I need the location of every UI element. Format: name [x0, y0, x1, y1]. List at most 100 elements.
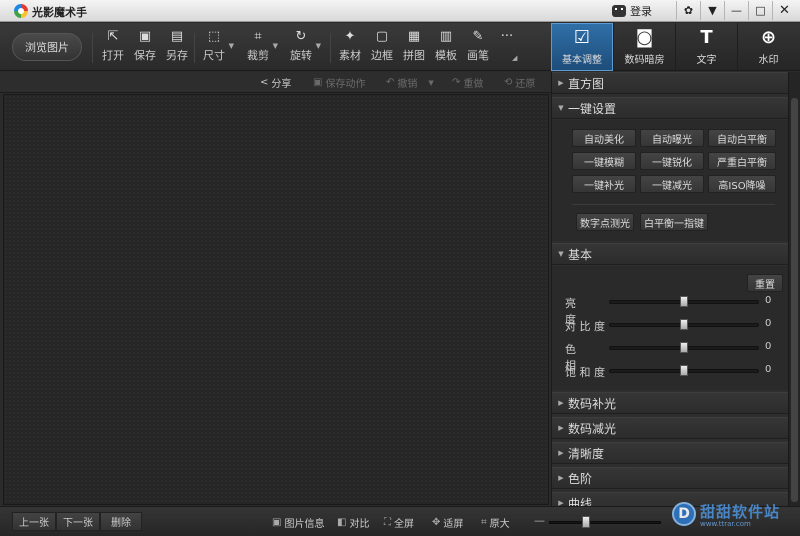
brightness-slider-thumb[interactable] — [680, 296, 688, 307]
restore-label: 还原 — [515, 79, 536, 90]
one-click-reduce-light-button[interactable]: 一键减光 — [640, 175, 704, 193]
login-button[interactable]: 登录 — [612, 2, 666, 20]
size-icon: ⬚ — [207, 29, 221, 44]
right-tab-bar: ☑ 基本调整 ◙ 数码暗房 T 文字 ⊕ 水印 — [551, 23, 800, 71]
white-balance-pick-button[interactable]: 白平衡一指键 — [640, 213, 708, 231]
slider-value: 0 — [765, 295, 772, 306]
border-button[interactable]: ▢ 边框 — [371, 30, 393, 66]
collapsed-arrow-icon: ▶ — [558, 499, 564, 506]
more-tools-button[interactable]: ··· ◢ — [500, 30, 518, 66]
tab-digital-darkroom[interactable]: ◙ 数码暗房 — [613, 23, 675, 71]
size-button[interactable]: ⬚ 尺寸 ▼ — [203, 29, 234, 66]
save-label: 保存 — [134, 49, 156, 62]
close-icon[interactable]: ✕ — [772, 1, 796, 20]
skin-icon[interactable]: ✿ — [676, 1, 700, 20]
original-size-button[interactable]: ⌗ 原大 — [481, 515, 510, 530]
undo-button[interactable]: ↶ 撤销 ▼ — [386, 75, 434, 90]
auto-beautify-button[interactable]: 自动美化 — [572, 129, 636, 147]
basic-body: 重置 亮 度 0 对 比 度 0 色 相 0 饱 和 度 0 — [552, 266, 788, 390]
fullscreen-button[interactable]: ⛶ 全屏 — [384, 515, 414, 530]
one-click-fill-light-button[interactable]: 一键补光 — [572, 175, 636, 193]
share-button[interactable]: < 分享 — [260, 75, 291, 90]
prev-image-button[interactable]: 上一张 — [12, 512, 56, 531]
watermark-url: www.ttrar.com — [700, 519, 751, 528]
template-button[interactable]: ▥ 模板 — [435, 30, 457, 66]
section-levels[interactable]: ▶ 色阶 — [552, 467, 788, 489]
scrollbar-thumb[interactable] — [791, 98, 798, 502]
size-dropdown-icon[interactable]: ▼ — [229, 42, 234, 50]
material-button[interactable]: ✦ 素材 — [339, 30, 361, 66]
maximize-icon[interactable]: □ — [748, 1, 772, 20]
redo-button[interactable]: ↷ 重做 — [452, 75, 483, 90]
one-click-blur-button[interactable]: 一键模糊 — [572, 152, 636, 170]
section-title: 数码补光 — [568, 396, 617, 411]
reset-button[interactable]: 重置 — [747, 274, 783, 292]
undo-label: 撤销 — [397, 79, 418, 90]
save-as-button[interactable]: ▤ 另存 — [166, 30, 188, 66]
toolbar-divider — [92, 33, 93, 63]
compare-icon: ◧ — [337, 517, 347, 528]
open-button[interactable]: ⇱ 打开 — [102, 30, 124, 66]
compare-button[interactable]: ◧ 对比 — [337, 515, 369, 530]
tab-label: 数码暗房 — [624, 55, 665, 66]
original-size-icon: ⌗ — [481, 517, 487, 528]
menu-dropdown-icon[interactable]: ▼ — [700, 1, 724, 20]
spot-metering-button[interactable]: 数字点测光 — [576, 213, 634, 231]
contrast-slider-thumb[interactable] — [680, 319, 688, 330]
image-info-button[interactable]: ▣ 图片信息 — [272, 515, 324, 530]
image-canvas[interactable] — [3, 94, 549, 505]
save-button[interactable]: ▣ 保存 — [134, 30, 156, 66]
slider-label: 对 比 度 — [565, 320, 605, 333]
section-one-click[interactable]: ▼ 一键设置 — [552, 97, 788, 119]
section-title: 直方图 — [568, 76, 605, 91]
one-click-sharpen-button[interactable]: 一键锐化 — [640, 152, 704, 170]
fit-screen-button[interactable]: ✥ 适屏 — [432, 515, 463, 530]
restore-icon: ⟲ — [504, 77, 513, 88]
saturation-slider-thumb[interactable] — [680, 365, 688, 376]
rotate-button[interactable]: ↻ 旋转 ▼ — [290, 30, 321, 66]
material-label: 素材 — [339, 49, 361, 62]
section-title: 基本 — [568, 247, 593, 262]
severe-white-balance-button[interactable]: 严重白平衡 — [708, 152, 776, 170]
saturation-slider-row: 饱 和 度 0 — [552, 363, 788, 379]
section-clarity[interactable]: ▶ 清晰度 — [552, 442, 788, 464]
section-histogram[interactable]: ▶ 直方图 — [552, 72, 788, 94]
panel-scrollbar[interactable] — [788, 72, 800, 506]
section-digital-reduce-light[interactable]: ▶ 数码减光 — [552, 417, 788, 439]
brightness-slider-row: 亮 度 0 — [552, 294, 788, 326]
crop-dropdown-icon[interactable]: ▼ — [273, 42, 278, 50]
section-digital-fill-light[interactable]: ▶ 数码补光 — [552, 392, 788, 414]
auto-exposure-button[interactable]: 自动曝光 — [640, 129, 704, 147]
zoom-slider-track[interactable] — [549, 521, 661, 524]
collage-button[interactable]: ▦ 拼图 — [403, 30, 425, 66]
tab-text[interactable]: T 文字 — [675, 23, 737, 71]
hue-slider-thumb[interactable] — [680, 342, 688, 353]
minimize-icon[interactable]: — — [724, 1, 748, 20]
tab-basic-adjust[interactable]: ☑ 基本调整 — [551, 23, 613, 71]
app-logo-icon — [14, 4, 28, 18]
one-click-body: 自动美化 自动曝光 自动白平衡 一键模糊 一键锐化 严重白平衡 一键补光 一键减… — [552, 120, 788, 241]
rotate-dropdown-icon[interactable]: ▼ — [316, 42, 321, 50]
save-as-label: 另存 — [166, 49, 188, 62]
zoom-slider-thumb[interactable] — [582, 516, 590, 528]
tab-watermark[interactable]: ⊕ 水印 — [737, 23, 799, 71]
text-icon: T — [700, 27, 713, 48]
image-info-icon: ▣ — [272, 517, 282, 528]
brush-button[interactable]: ✎ 画笔 — [467, 30, 489, 66]
restore-button[interactable]: ⟲ 还原 — [504, 75, 535, 90]
undo-dropdown-icon[interactable]: ▼ — [428, 79, 433, 87]
delete-button[interactable]: 删除 — [100, 512, 142, 531]
high-iso-denoise-button[interactable]: 高ISO降噪 — [708, 175, 776, 193]
next-image-button[interactable]: 下一张 — [56, 512, 100, 531]
section-title: 色阶 — [568, 471, 593, 486]
image-info-label: 图片信息 — [284, 519, 325, 530]
section-basic[interactable]: ▼ 基本 — [552, 243, 788, 265]
zoom-out-icon[interactable]: — — [534, 514, 545, 527]
section-title: 曲线 — [568, 496, 593, 507]
crop-button[interactable]: ⌗ 裁剪 ▼ — [247, 30, 278, 66]
browse-images-button[interactable]: 浏览图片 — [12, 33, 82, 61]
save-icon: ▣ — [138, 29, 152, 44]
template-icon: ▥ — [439, 29, 453, 44]
save-action-button[interactable]: ▣ 保存动作 — [313, 75, 365, 90]
auto-white-balance-button[interactable]: 自动白平衡 — [708, 129, 776, 147]
